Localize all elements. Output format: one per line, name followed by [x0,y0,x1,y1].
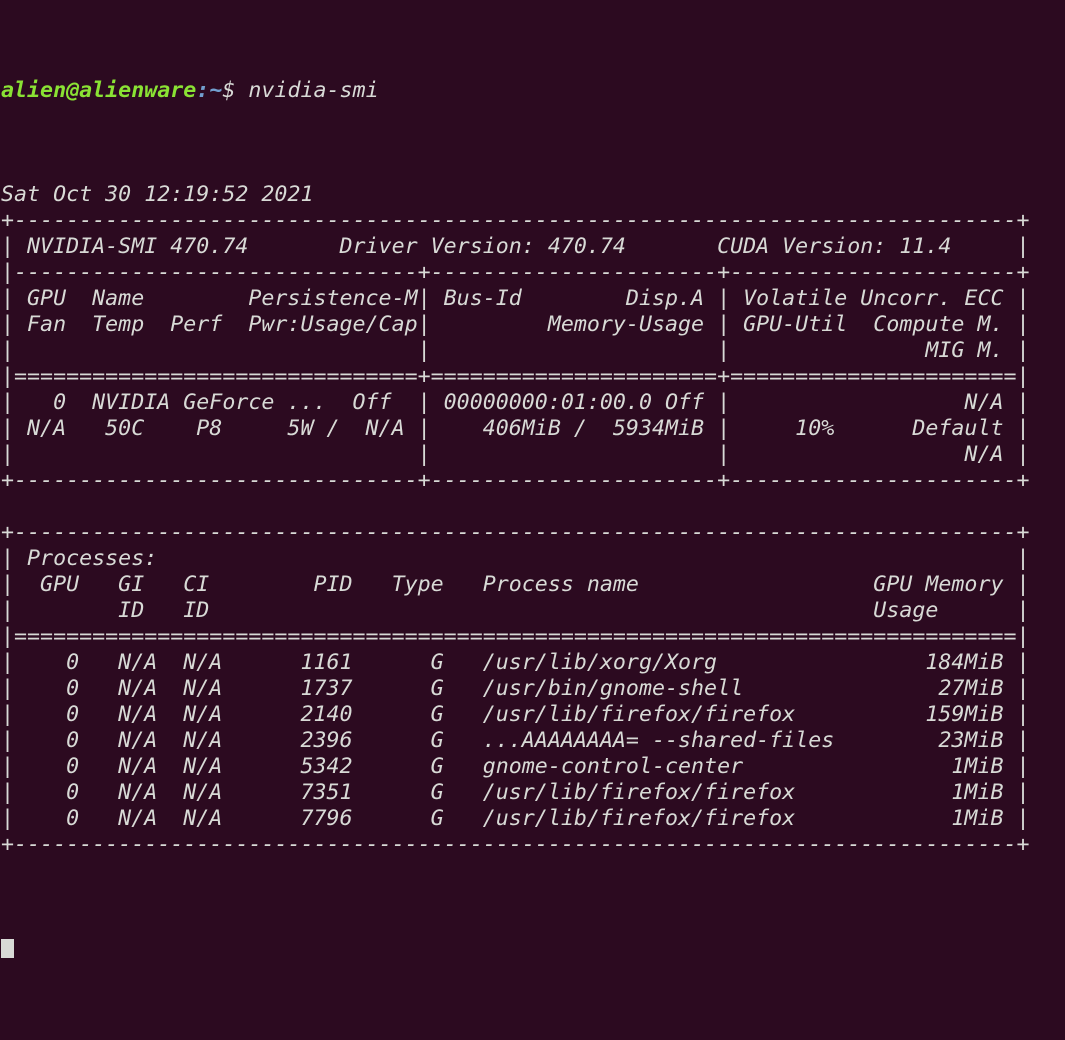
terminal-output-line: |=======================================… [1,624,1030,649]
terminal-output-line: | | | N/A | [1,442,1030,467]
terminal-output-line: |===============================+=======… [1,364,1030,389]
terminal-output-line: | 0 N/A N/A 2396 G ...AAAAAAAA= --shared… [1,728,1030,753]
terminal-output-line: | 0 N/A N/A 7351 G /usr/lib/firefox/fire… [1,780,1030,805]
terminal-screen[interactable]: alien@alienware:~$ nvidia-smi Sat Oct 30… [1,0,1030,1040]
terminal-output-line: | ID ID Usage | [1,598,1030,623]
terminal-output-line: +---------------------------------------… [1,832,1030,857]
terminal-output-line: | NVIDIA-SMI 470.74 Driver Version: 470.… [1,234,1030,259]
terminal-output-line: | 0 N/A N/A 1161 G /usr/lib/xorg/Xorg 18… [1,650,1030,675]
terminal-output-line: +---------------------------------------… [1,208,1030,233]
terminal-output-line: | 0 NVIDIA GeForce ... Off | 00000000:01… [1,390,1030,415]
prompt-dollar: $ [222,78,249,103]
terminal-output-line: | | | MIG M. | [1,338,1030,363]
prompt-line: alien@alienware:~$ nvidia-smi [1,78,1030,104]
prompt-colon: : [196,78,210,103]
trailing-prompt-line [1,936,1030,962]
typed-command[interactable]: nvidia-smi [248,78,378,103]
terminal-output-line: | Processes: | [1,546,1030,571]
terminal-output-line: | Fan Temp Perf Pwr:Usage/Cap| Memory-Us… [1,312,1030,337]
terminal-output-line: Sat Oct 30 12:19:52 2021 [1,182,405,207]
terminal-output-line: | 0 N/A N/A 2140 G /usr/lib/firefox/fire… [1,702,1030,727]
terminal-output-line: | GPU GI CI PID Type Process name GPU Me… [1,572,1030,597]
terminal-output-line: |-------------------------------+-------… [1,260,1030,285]
prompt-path: ~ [209,78,223,103]
terminal-output-line: +---------------------------------------… [1,520,1030,545]
terminal-output-line: | 0 N/A N/A 1737 G /usr/bin/gnome-shell … [1,676,1030,701]
prompt-user-host: alien@alienware [1,78,197,103]
terminal-output-line: | 0 N/A N/A 5342 G gnome-control-center … [1,754,1030,779]
terminal-output-line: | GPU Name Persistence-M| Bus-Id Disp.A … [1,286,1030,311]
terminal-window[interactable]: alien@alienware:~$ nvidia-smi Sat Oct 30… [0,0,1065,958]
terminal-output-line: | N/A 50C P8 5W / N/A | 406MiB / 5934MiB… [1,416,1030,441]
nvidia-smi-output: Sat Oct 30 12:19:52 2021 +--------------… [1,182,1030,858]
text-cursor[interactable] [1,939,14,958]
terminal-output-line: +-------------------------------+-------… [1,468,1030,493]
terminal-output-line: | 0 N/A N/A 7796 G /usr/lib/firefox/fire… [1,806,1030,831]
